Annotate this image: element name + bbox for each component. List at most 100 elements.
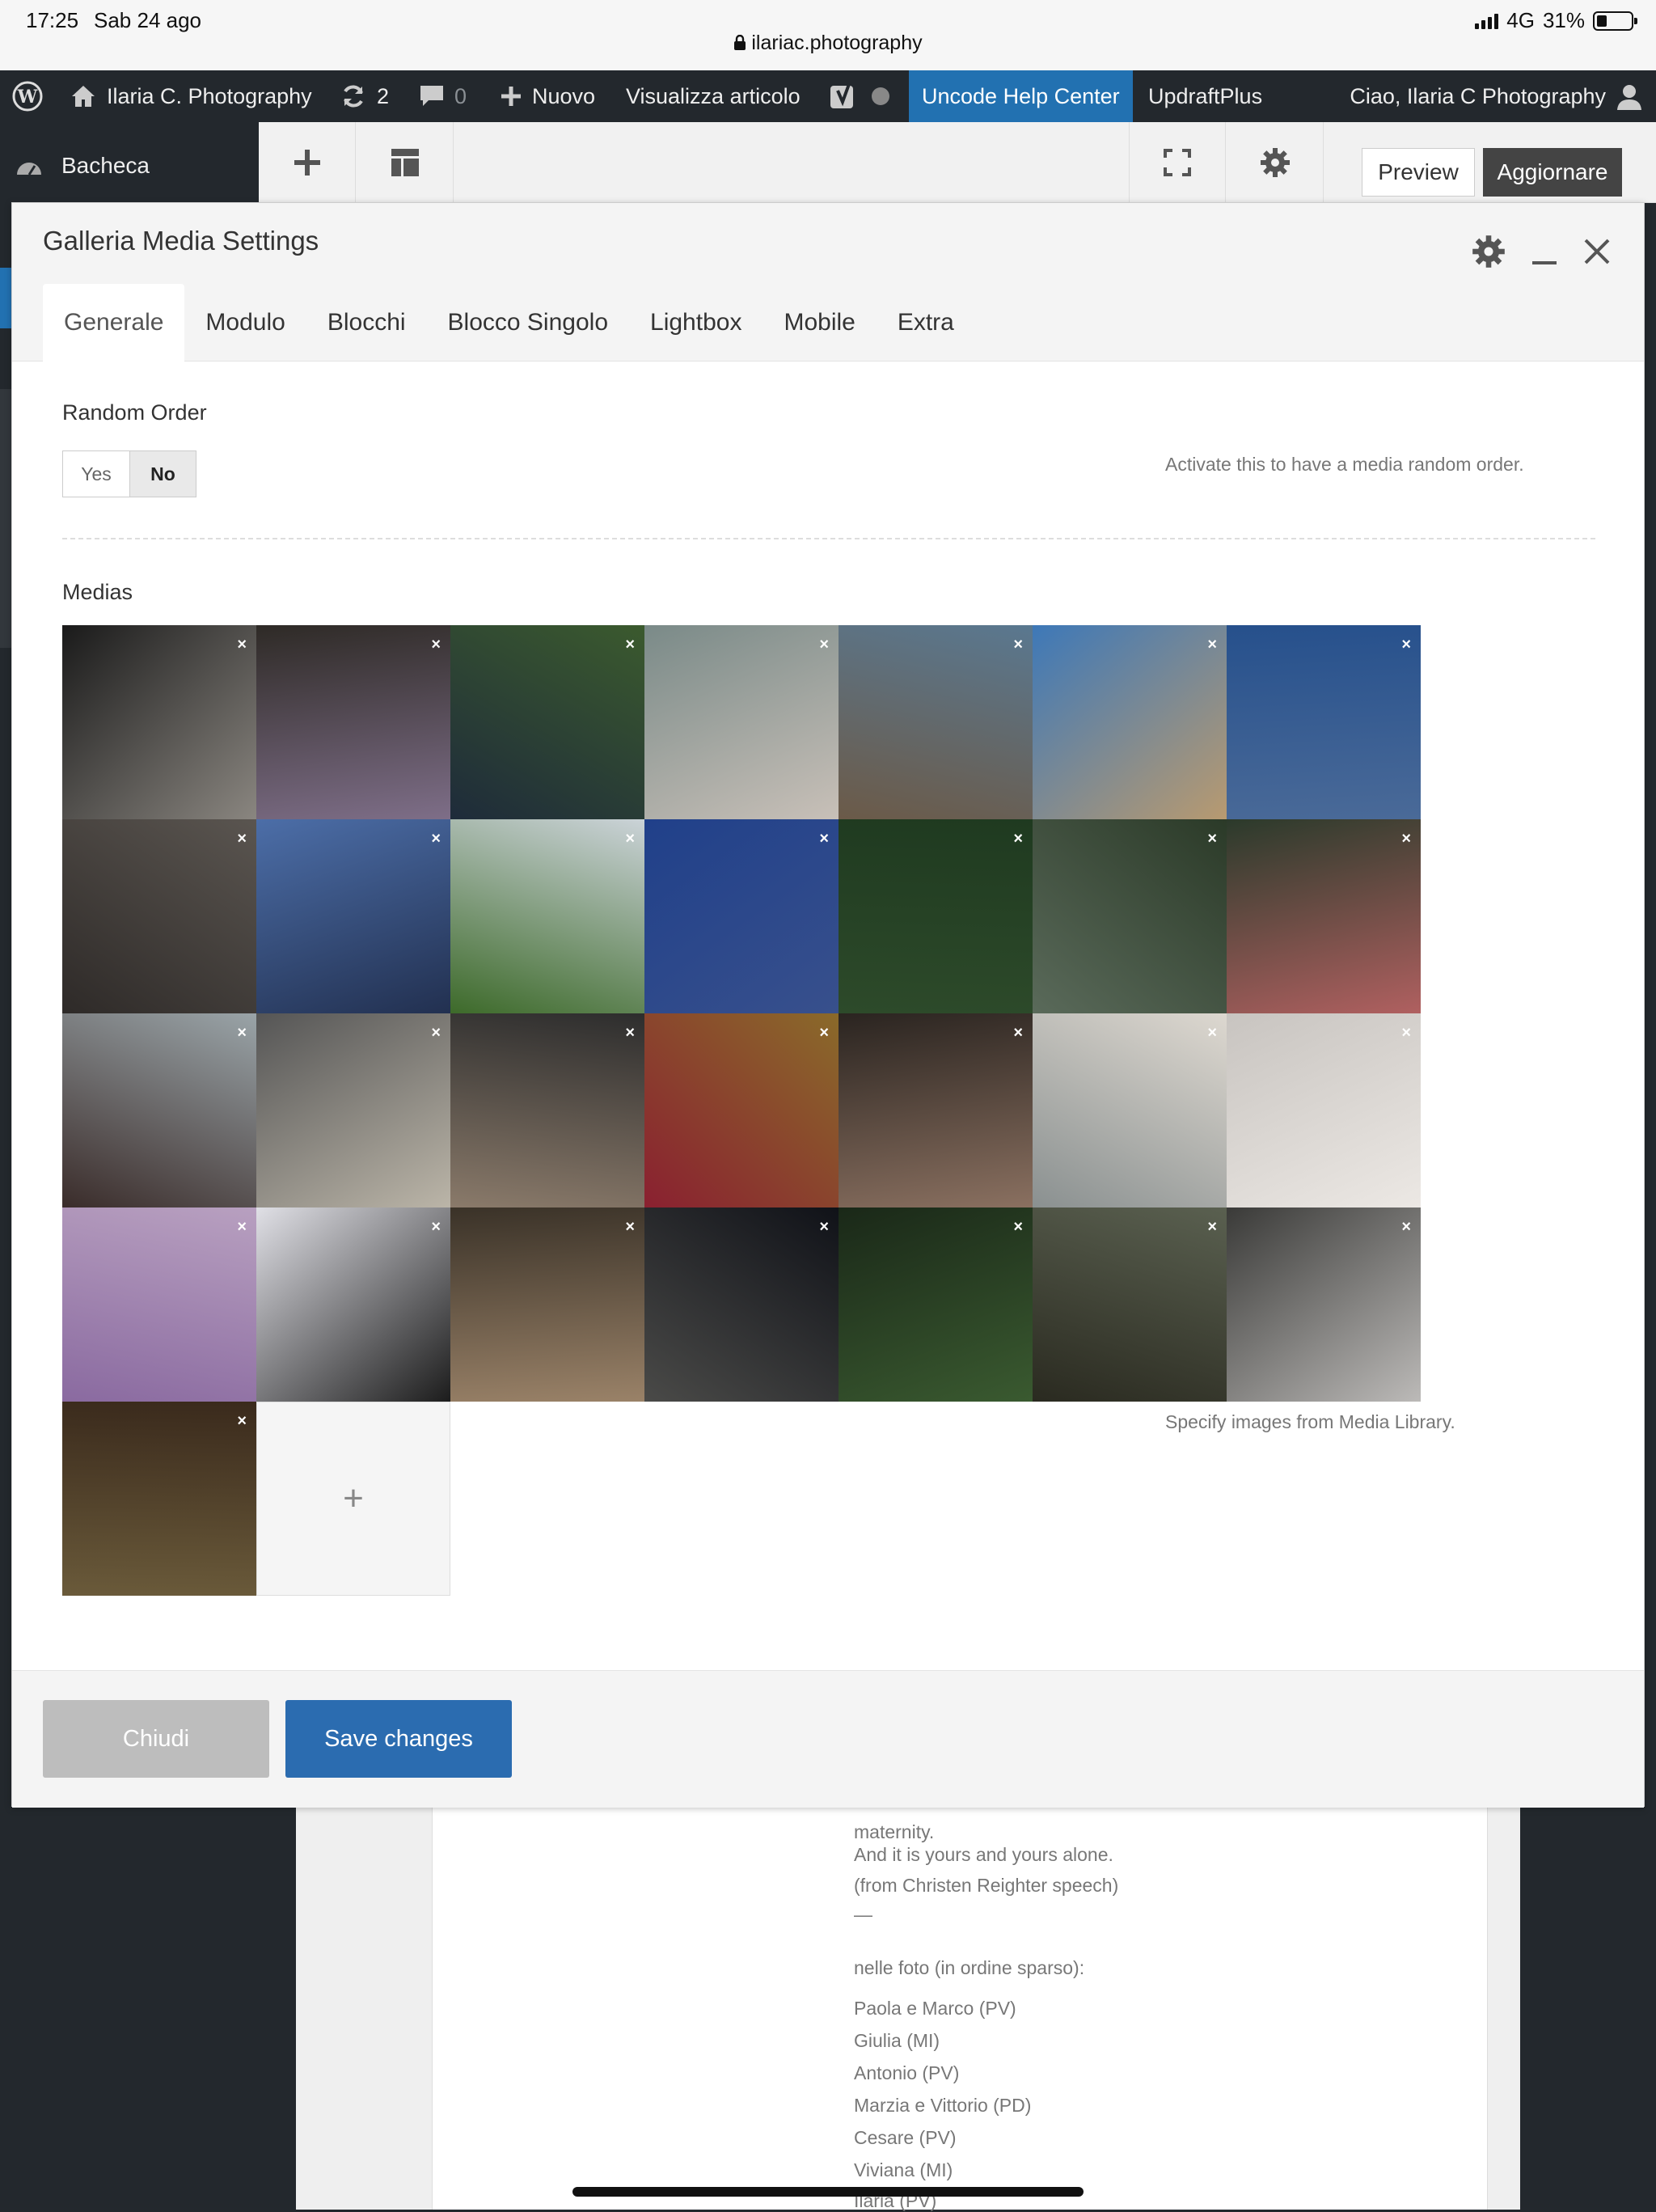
media-thumbnail[interactable]: × xyxy=(1033,819,1227,1013)
media-thumbnail[interactable]: × xyxy=(1227,819,1421,1013)
media-thumbnail[interactable]: × xyxy=(1033,1013,1227,1208)
templates-button[interactable] xyxy=(357,122,454,203)
media-thumbnail[interactable]: × xyxy=(839,1013,1033,1208)
fullscreen-button[interactable] xyxy=(1129,122,1226,203)
site-name-link[interactable]: Ilaria C. Photography xyxy=(70,70,312,122)
page-settings-button[interactable] xyxy=(1227,122,1324,203)
preview-button[interactable]: Preview xyxy=(1362,148,1475,197)
address-bar[interactable]: ilariac.photography xyxy=(0,32,1656,55)
remove-media-icon[interactable]: × xyxy=(237,831,247,847)
media-thumbnail[interactable]: × xyxy=(62,1208,256,1402)
uncode-help-center-link[interactable]: Uncode Help Center xyxy=(909,70,1133,122)
editor-canvas: maternity. And it is yours and yours alo… xyxy=(296,1804,1520,2211)
remove-media-icon[interactable]: × xyxy=(1401,1219,1411,1235)
random-order-yes[interactable]: Yes xyxy=(63,451,129,497)
random-order-no[interactable]: No xyxy=(129,451,196,497)
view-post-link[interactable]: Visualizza articolo xyxy=(626,70,801,122)
media-thumbnail[interactable]: × xyxy=(839,819,1033,1013)
status-date: Sab 24 ago xyxy=(94,8,202,32)
remove-media-icon[interactable]: × xyxy=(819,1025,829,1041)
tab-blocco-singolo[interactable]: Blocco Singolo xyxy=(427,284,629,362)
remove-media-icon[interactable]: × xyxy=(431,637,441,653)
gear-icon[interactable] xyxy=(1471,234,1506,269)
tab-lightbox[interactable]: Lightbox xyxy=(629,284,763,362)
minimize-icon[interactable] xyxy=(1531,235,1558,268)
status-time: 17:25 xyxy=(26,8,79,32)
remove-media-icon[interactable]: × xyxy=(431,831,441,847)
tab-extra[interactable]: Extra xyxy=(877,284,975,362)
media-thumbnail[interactable]: × xyxy=(450,1208,644,1402)
remove-media-icon[interactable]: × xyxy=(1013,831,1023,847)
updraftplus-link[interactable]: UpdraftPlus xyxy=(1148,70,1262,122)
media-thumbnail[interactable]: × xyxy=(62,1013,256,1208)
media-thumbnail[interactable]: × xyxy=(450,819,644,1013)
remove-media-icon[interactable]: × xyxy=(1013,1025,1023,1041)
remove-media-icon[interactable]: × xyxy=(1207,1219,1217,1235)
remove-media-icon[interactable]: × xyxy=(625,637,635,653)
comments-link[interactable]: 0 xyxy=(419,70,467,122)
media-thumbnail[interactable]: × xyxy=(1227,625,1421,819)
remove-media-icon[interactable]: × xyxy=(1401,637,1411,653)
remove-media-icon[interactable]: × xyxy=(819,1219,829,1235)
remove-media-icon[interactable]: × xyxy=(1207,1025,1217,1041)
remove-media-icon[interactable]: × xyxy=(1207,831,1217,847)
remove-media-icon[interactable]: × xyxy=(625,1219,635,1235)
media-thumbnail[interactable]: × xyxy=(256,1013,450,1208)
remove-media-icon[interactable]: × xyxy=(819,637,829,653)
tab-modulo[interactable]: Modulo xyxy=(184,284,306,362)
remove-media-icon[interactable]: × xyxy=(431,1025,441,1041)
media-thumbnail[interactable]: × xyxy=(256,625,450,819)
update-button[interactable]: Aggiornare xyxy=(1483,148,1622,197)
tab-blocchi[interactable]: Blocchi xyxy=(306,284,427,362)
media-thumbnail[interactable]: × xyxy=(62,819,256,1013)
media-thumbnail[interactable]: × xyxy=(256,1208,450,1402)
remove-media-icon[interactable]: × xyxy=(1207,637,1217,653)
media-thumbnail[interactable]: × xyxy=(644,625,839,819)
media-thumbnail[interactable]: × xyxy=(644,819,839,1013)
medias-hint: Specify images from Media Library. xyxy=(1165,1411,1455,1432)
media-thumbnail[interactable]: × xyxy=(256,819,450,1013)
builder-toolbar: Preview Aggiornare xyxy=(259,122,1656,203)
remove-media-icon[interactable]: × xyxy=(237,1025,247,1041)
media-thumbnail[interactable]: × xyxy=(839,625,1033,819)
media-thumbnail[interactable]: × xyxy=(1227,1208,1421,1402)
wordpress-logo-icon[interactable]: W xyxy=(11,70,44,122)
media-thumbnail[interactable]: × xyxy=(839,1208,1033,1402)
remove-media-icon[interactable]: × xyxy=(1013,637,1023,653)
add-element-button[interactable] xyxy=(259,122,356,203)
add-media-button[interactable]: + xyxy=(256,1402,450,1596)
remove-media-icon[interactable]: × xyxy=(237,637,247,653)
tab-mobile[interactable]: Mobile xyxy=(763,284,876,362)
close-icon[interactable] xyxy=(1582,237,1612,266)
media-thumbnail[interactable]: × xyxy=(644,1013,839,1208)
media-thumbnail[interactable]: × xyxy=(62,1402,256,1596)
sidebar-item-dashboard[interactable]: Bacheca xyxy=(15,153,150,179)
close-button[interactable]: Chiudi xyxy=(43,1700,269,1778)
greeting-label: Ciao, Ilaria C Photography xyxy=(1350,83,1606,108)
remove-media-icon[interactable]: × xyxy=(1401,1025,1411,1041)
remove-media-icon[interactable]: × xyxy=(237,1219,247,1235)
remove-media-icon[interactable]: × xyxy=(625,831,635,847)
media-thumbnail[interactable]: × xyxy=(450,625,644,819)
remove-media-icon[interactable]: × xyxy=(819,831,829,847)
media-thumbnail[interactable]: × xyxy=(450,1013,644,1208)
media-thumbnail[interactable]: × xyxy=(1033,1208,1227,1402)
home-indicator[interactable] xyxy=(572,2187,1084,2197)
media-thumbnail[interactable]: × xyxy=(62,625,256,819)
plus-icon xyxy=(501,87,521,106)
media-thumbnail[interactable]: × xyxy=(1227,1013,1421,1208)
media-thumbnail[interactable]: × xyxy=(644,1208,839,1402)
tab-generale[interactable]: Generale xyxy=(43,284,185,362)
media-thumbnail[interactable]: × xyxy=(1033,625,1227,819)
remove-media-icon[interactable]: × xyxy=(237,1413,247,1429)
yoast-seo-icon[interactable] xyxy=(828,70,891,122)
remove-media-icon[interactable]: × xyxy=(431,1219,441,1235)
remove-media-icon[interactable]: × xyxy=(1401,831,1411,847)
remove-media-icon[interactable]: × xyxy=(625,1025,635,1041)
save-changes-button[interactable]: Save changes xyxy=(285,1700,512,1778)
remove-media-icon[interactable]: × xyxy=(1013,1219,1023,1235)
new-content-link[interactable]: Nuovo xyxy=(500,70,595,122)
account-menu[interactable]: Ciao, Ilaria C Photography xyxy=(1350,70,1643,122)
updates-link[interactable]: 2 xyxy=(340,70,389,122)
sidebar-item-dashboard-label: Bacheca xyxy=(61,153,150,178)
